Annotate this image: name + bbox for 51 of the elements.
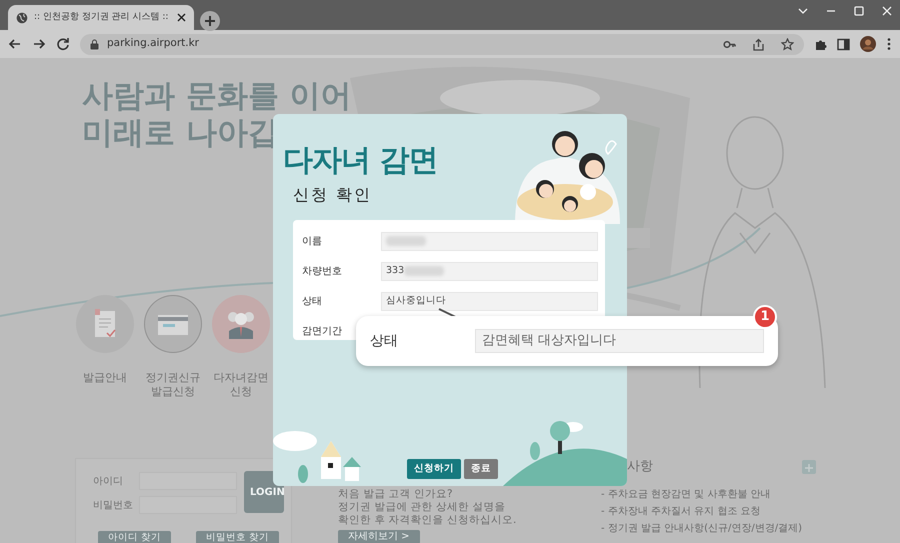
guide-text: 확인한 후 자격확인을 신청하십시오. (338, 514, 516, 527)
notice-title: 사항 (627, 458, 653, 476)
modal-subtitle: 신청 확인 (293, 184, 372, 206)
lock-icon[interactable] (90, 38, 99, 50)
maximize-icon[interactable] (852, 4, 866, 18)
modal-title: 다자녀 감면 (283, 142, 438, 180)
blurred-text (404, 266, 444, 276)
url-text: parking.airport.kr (107, 36, 199, 52)
field-label: 감면기간 (302, 324, 343, 338)
field-label: 아이디 (93, 474, 124, 488)
notice-link[interactable]: - 정기권 발급 안내사항(신규/연장/변경/결제) (601, 520, 802, 537)
field-label: 이름 (302, 234, 323, 248)
input-field: 333 (381, 262, 598, 280)
puzzle-icon[interactable] (814, 38, 827, 50)
headline-text: 사람과 문화를 이어 (82, 78, 352, 115)
globe-icon (16, 12, 28, 24)
menu-icon[interactable] (886, 37, 892, 51)
address-bar[interactable]: parking.airport.kr (80, 34, 804, 54)
find-button[interactable]: 아이디 찾기 (98, 531, 172, 543)
field-label: 상태 (302, 294, 323, 308)
notice-link[interactable]: - 주차장내 주차질서 유지 협조 요청 (601, 503, 802, 520)
back-icon[interactable] (8, 37, 22, 51)
details-button[interactable]: 자세히보기 > (338, 530, 420, 543)
number-marker: 1 (753, 305, 777, 329)
forward-icon[interactable] (32, 37, 46, 51)
menu-label[interactable]: 다자녀감면 신청 (214, 371, 268, 399)
notice-link[interactable]: - 주차요금 현장감면 및 사후환불 안내 (601, 486, 802, 503)
side-panel-icon[interactable] (837, 38, 850, 50)
callout-label: 상태 (370, 332, 399, 350)
close-tab-icon[interactable] (177, 13, 186, 22)
status-field: 감면혜택 대상자입니다 (475, 329, 764, 353)
close-button[interactable]: 종료 (464, 459, 498, 479)
avatar-icon[interactable] (860, 36, 876, 52)
share-icon[interactable] (752, 38, 765, 50)
guide-text: 처음 발급 고객 인가요? (338, 488, 454, 501)
close-icon[interactable] (880, 4, 894, 18)
blurred-text (386, 236, 426, 246)
reload-icon[interactable] (56, 37, 70, 51)
login-button[interactable]: LOGIN (244, 471, 284, 513)
field-label: 비밀번호 (93, 498, 133, 512)
guide-text: 정기권 발급에 관한 상세한 설명을 (338, 501, 506, 514)
menu-label[interactable]: 발급안내 (83, 371, 127, 385)
input-field: 심사중입니다 (381, 292, 598, 310)
new-tab-icon[interactable] (200, 10, 220, 31)
browser-tab[interactable]: :: 인천공항 정기권 관리 시스템 :: (8, 5, 194, 30)
menu-label[interactable]: 정기권신규 발급신청 (146, 371, 200, 399)
find-button[interactable]: 비밀번호 찾기 (196, 531, 279, 543)
star-icon[interactable] (781, 38, 794, 50)
tab-title: :: 인천공항 정기권 관리 시스템 :: (34, 10, 170, 24)
apply-button[interactable]: 신청하기 (407, 459, 461, 479)
field-label: 차량번호 (302, 264, 343, 278)
